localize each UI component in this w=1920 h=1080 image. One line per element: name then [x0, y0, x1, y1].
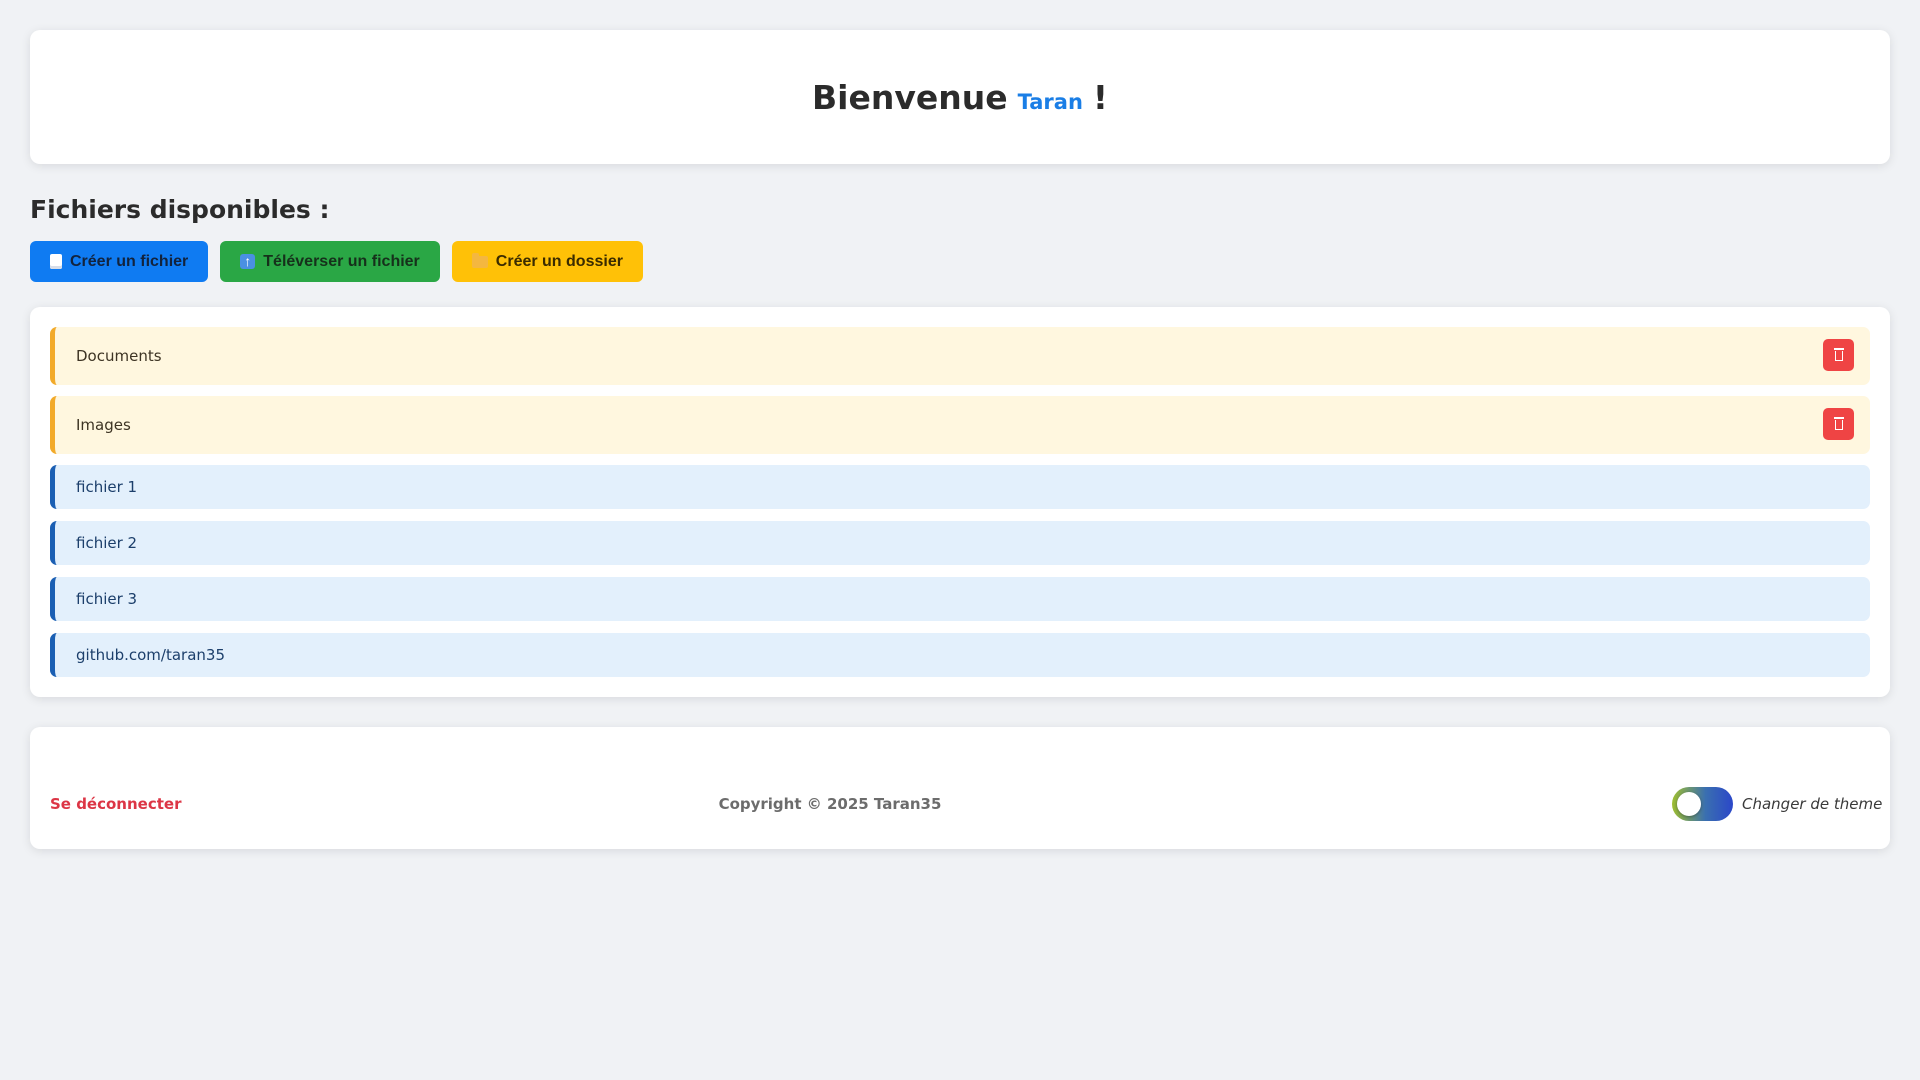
file-item[interactable]: fichier 2 [50, 521, 1870, 565]
theme-toggle-label: Changer de theme [1742, 795, 1883, 813]
file-name: fichier 1 [76, 478, 138, 496]
trash-icon [1833, 417, 1845, 431]
page-title: Bienvenue Taran ! [812, 78, 1108, 117]
file-name: github.com/taran35 [76, 646, 225, 664]
footer: Se déconnecter Copyright © 2025 Taran35 … [30, 727, 1890, 849]
create-folder-label: Créer un dossier [495, 252, 623, 270]
action-buttons: Créer un fichier ↑ Téléverser un fichier… [30, 241, 643, 282]
create-folder-button[interactable]: Créer un dossier [451, 241, 643, 282]
folder-item[interactable]: Images [50, 396, 1870, 454]
upload-file-label: Téléverser un fichier [263, 252, 420, 270]
create-file-button[interactable]: Créer un fichier [30, 241, 209, 282]
theme-toggle[interactable] [1672, 787, 1733, 821]
delete-folder-button[interactable] [1823, 408, 1854, 440]
folder-item[interactable]: Documents [50, 327, 1870, 385]
welcome-exclamation: ! [1092, 77, 1108, 117]
folder-name: Documents [76, 347, 162, 365]
file-item[interactable]: fichier 1 [50, 465, 1870, 509]
file-item[interactable]: fichier 3 [50, 577, 1870, 621]
create-file-label: Créer un fichier [70, 252, 189, 270]
file-name: fichier 2 [76, 534, 138, 552]
trash-icon [1833, 348, 1845, 362]
folder-name: Images [76, 416, 131, 434]
username: Taran [1017, 89, 1083, 114]
file-name: fichier 3 [76, 590, 138, 608]
copyright-text: Copyright © 2025 Taran35 [718, 795, 942, 813]
folder-icon [471, 252, 488, 268]
toggle-knob [1677, 792, 1701, 816]
welcome-text: Bienvenue [812, 77, 1008, 117]
files-section-title: Fichiers disponibles : [30, 195, 330, 224]
upload-file-button[interactable]: ↑ Téléverser un fichier [220, 241, 440, 282]
files-list: Documents Images fichier 1 fichier 2 fic… [30, 307, 1890, 697]
delete-folder-button[interactable] [1823, 339, 1854, 371]
header-card: Bienvenue Taran ! [30, 30, 1890, 164]
document-icon [50, 254, 62, 269]
file-item[interactable]: github.com/taran35 [50, 633, 1870, 677]
upload-arrow-icon: ↑ [240, 254, 256, 269]
